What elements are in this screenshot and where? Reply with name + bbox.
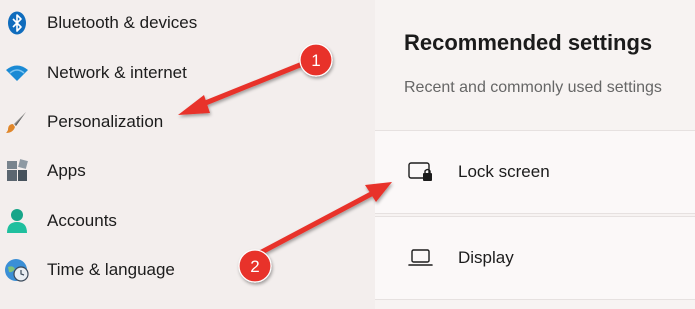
setting-row-lock-screen[interactable]: Lock screen <box>375 130 695 214</box>
page-subtitle: Recent and commonly used settings <box>404 79 662 96</box>
sidebar-item-time-language[interactable]: Time & language <box>0 250 360 290</box>
paintbrush-icon <box>4 109 30 135</box>
globe-clock-icon <box>4 257 30 283</box>
settings-sidebar: Bluetooth & devices Network & internet P… <box>0 0 375 309</box>
sidebar-item-label: Apps <box>47 161 86 180</box>
sidebar-item-bluetooth-devices[interactable]: Bluetooth & devices <box>0 3 360 43</box>
person-icon <box>4 208 30 234</box>
lock-screen-icon <box>408 161 434 183</box>
sidebar-item-accounts[interactable]: Accounts <box>0 201 360 241</box>
setting-row-label: Lock screen <box>458 162 550 181</box>
sidebar-item-label: Time & language <box>47 260 175 279</box>
sidebar-item-label: Accounts <box>47 211 117 230</box>
sidebar-item-label: Network & internet <box>47 63 187 82</box>
setting-row-label: Display <box>458 248 514 267</box>
bluetooth-icon <box>4 10 30 36</box>
sidebar-item-apps[interactable]: Apps <box>0 151 360 191</box>
wifi-icon <box>4 60 30 86</box>
sidebar-item-personalization[interactable]: Personalization <box>0 102 360 142</box>
sidebar-item-network-internet[interactable]: Network & internet <box>0 53 360 93</box>
sidebar-item-label: Bluetooth & devices <box>47 13 198 32</box>
recommended-settings-panel: Recommended settings Recent and commonly… <box>375 0 695 309</box>
setting-row-display[interactable]: Display <box>375 216 695 300</box>
page-title: Recommended settings <box>404 30 653 55</box>
sidebar-item-label: Personalization <box>47 112 164 131</box>
laptop-icon <box>408 247 434 269</box>
apps-icon <box>4 158 30 184</box>
